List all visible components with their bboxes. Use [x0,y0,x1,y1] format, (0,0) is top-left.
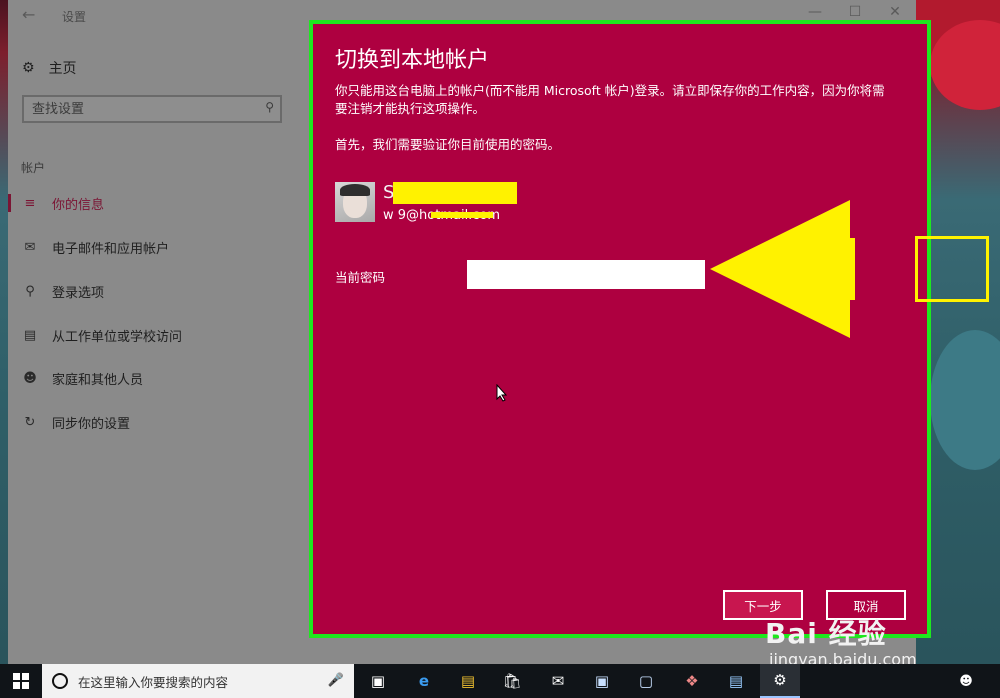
person-card-icon: ≡ [24,195,36,211]
sidebar-item-label: 从工作单位或学校访问 [52,329,183,345]
sidebar-item-sync[interactable]: ↻ 同步你的设置 [8,407,298,437]
maximize-button[interactable]: ☐ [840,4,870,20]
redaction-mark [431,212,493,218]
taskbar: 在这里输入你要搜索的内容 🎤 ▣ e ▤ 🛍 ✉ ▣ ▢ ❖ ▤ ⚙ ☻ [0,664,1000,698]
sidebar-item-label: 家庭和其他人员 [52,372,144,388]
watermark-brand: Bai 经验 [765,617,887,650]
windows-logo-icon [13,673,29,689]
annotation-box [915,236,989,302]
app-icon[interactable]: ▢ [626,664,666,698]
taskbar-search-placeholder: 在这里输入你要搜索的内容 [78,674,229,690]
settings-icon[interactable]: ⚙ [760,664,800,698]
mouse-cursor-icon [496,384,508,402]
sidebar-item-your-info[interactable]: ≡ 你的信息 [8,188,298,218]
photos-icon[interactable]: ▣ [582,664,622,698]
remote-desktop-icon[interactable]: ▤ [716,664,756,698]
sidebar-item-label: 登录选项 [52,285,105,301]
sidebar-item-label: 电子邮件和应用帐户 [52,241,170,257]
mail-icon: ✉ [24,239,36,255]
home-link[interactable]: ⚙ 主页 [22,58,77,78]
current-password-input[interactable] [467,260,705,289]
redaction-mark [393,182,517,204]
key-icon: ⚲ [25,283,35,299]
window-title: 设置 [62,10,87,24]
taskbar-search[interactable]: 在这里输入你要搜索的内容 🎤 [42,664,354,698]
sidebar-item-work-access[interactable]: ▤ 从工作单位或学校访问 [8,320,298,350]
people-tray-icon[interactable]: ☻ [946,664,986,698]
active-indicator [8,194,11,212]
people-icon: ☻ [23,370,37,386]
cortana-icon [52,673,68,689]
minimize-button[interactable]: — [800,4,830,20]
settings-search-input[interactable] [24,97,252,121]
paint-icon[interactable]: ❖ [672,664,712,698]
close-button[interactable]: ✕ [880,4,910,20]
microphone-icon[interactable]: 🎤 [328,673,344,688]
sidebar-item-sign-in-options[interactable]: ⚲ 登录选项 [8,276,298,306]
task-view-icon[interactable]: ▣ [358,664,398,698]
section-label: 帐户 [21,161,46,175]
dialog-title: 切换到本地帐户 [335,48,490,73]
sidebar-item-label: 同步你的设置 [52,416,131,432]
sidebar-item-label: 你的信息 [52,197,105,213]
edge-icon[interactable]: e [404,664,444,698]
briefcase-icon: ▤ [23,327,37,343]
password-label: 当前密码 [335,270,386,285]
sidebar-item-family[interactable]: ☻ 家庭和其他人员 [8,363,298,393]
file-explorer-icon[interactable]: ▤ [448,664,488,698]
baidu-watermark: Bai 经验 jingyan.baidu.com [765,612,955,672]
arrow-shape [710,200,855,338]
sync-icon: ↻ [24,414,36,430]
annotation-arrow [710,200,855,338]
settings-search[interactable]: ⚲ [22,95,282,123]
sidebar: ⚙ 主页 ⚲ 帐户 ≡ 你的信息 ✉ 电子邮件和应用帐户 ⚲ 登录选项 ▤ 从工… [8,30,308,664]
start-button[interactable] [0,664,42,698]
mail-icon[interactable]: ✉ [538,664,578,698]
dialog-instruction: 首先，我们需要验证你目前使用的密码。 [335,137,561,152]
sidebar-item-email-accounts[interactable]: ✉ 电子邮件和应用帐户 [8,232,298,262]
wallpaper-shape [930,330,1000,470]
home-label: 主页 [48,61,77,77]
search-icon[interactable]: ⚲ [265,100,274,114]
store-icon[interactable]: 🛍 [492,664,532,698]
gear-icon: ⚙ [22,60,35,76]
avatar-hair [340,184,370,196]
avatar [335,182,375,222]
back-button[interactable]: ← [22,5,35,24]
dialog-description: 你只能用这台电脑上的帐户(而不能用 Microsoft 帐户)登录。请立即保存你… [335,83,885,116]
